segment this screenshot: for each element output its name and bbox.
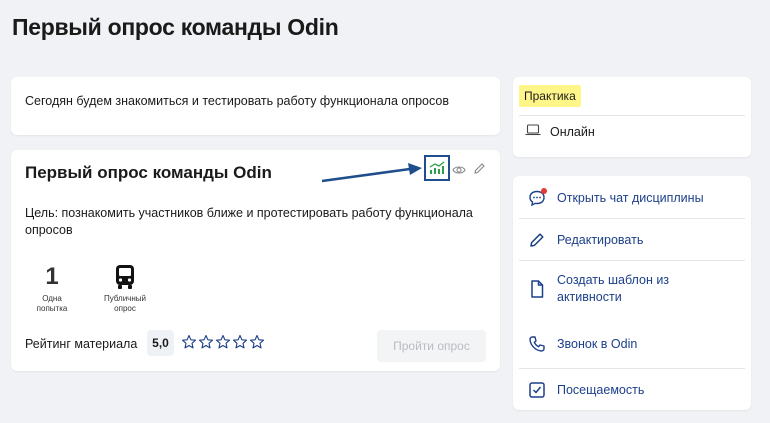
star-icon[interactable] — [249, 334, 265, 350]
quiz-title: Первый опрос команды Odin — [25, 163, 272, 182]
divider — [519, 218, 745, 219]
create-template-action[interactable]: Создать шаблон из активности — [513, 272, 751, 306]
description-card: Сегодян будем знакомиться и тестировать … — [11, 77, 500, 135]
attempts-stat: 1 Одна попытка — [29, 263, 75, 314]
phone-icon — [527, 334, 547, 354]
rating-stars[interactable] — [181, 334, 265, 350]
attempts-label-1: Одна — [42, 294, 62, 303]
take-quiz-button[interactable]: Пройти опрос — [377, 330, 486, 362]
attendance-action[interactable]: Посещаемость — [513, 380, 751, 400]
laptop-icon — [525, 124, 541, 139]
public-label-1: Публичный — [103, 294, 146, 303]
rating-label: Рейтинг материала — [25, 337, 138, 351]
attempts-count: 1 — [45, 263, 59, 290]
attempts-label-2: попытка — [36, 304, 68, 313]
create-template-label: Создать шаблон из активности — [557, 272, 669, 306]
activity-type-tag: Практика — [519, 85, 581, 107]
star-icon[interactable] — [198, 334, 214, 350]
eye-icon[interactable] — [452, 163, 466, 177]
star-icon[interactable] — [232, 334, 248, 350]
description-text: Сегодян будем знакомиться и тестировать … — [25, 94, 449, 108]
pencil-icon[interactable] — [473, 162, 486, 175]
info-card: Практика Онлайн — [513, 77, 751, 157]
divider — [519, 115, 745, 116]
create-template-label-line1: Создать шаблон из — [557, 273, 670, 287]
divider — [519, 368, 745, 369]
format-row: Онлайн — [525, 124, 595, 139]
pencil-icon — [527, 230, 547, 250]
file-icon — [527, 279, 547, 299]
open-chat-label: Открыть чат дисциплины — [557, 190, 704, 205]
edit-label: Редактировать — [557, 232, 644, 247]
chat-icon — [527, 188, 547, 208]
public-stat: Публичный опрос — [95, 263, 155, 314]
actions-card: Открыть чат дисциплины Редактировать Соз… — [513, 176, 751, 410]
call-label: Звонок в Odin — [557, 336, 638, 351]
bus-icon — [95, 263, 155, 291]
public-label-2: опрос — [114, 304, 136, 313]
notification-dot — [541, 188, 547, 194]
attendance-label: Посещаемость — [557, 382, 645, 397]
star-icon[interactable] — [181, 334, 197, 350]
annotation-arrow — [321, 163, 422, 183]
edit-action[interactable]: Редактировать — [513, 230, 751, 250]
open-chat-action[interactable]: Открыть чат дисциплины — [513, 188, 751, 208]
divider — [519, 260, 745, 261]
create-template-label-line2: активности — [557, 290, 622, 304]
star-icon[interactable] — [215, 334, 231, 350]
quiz-goal: Цель: познакомить участников ближе и про… — [25, 206, 473, 237]
format-label: Онлайн — [550, 124, 595, 139]
checkbox-icon — [527, 380, 547, 400]
call-action[interactable]: Звонок в Odin — [513, 334, 751, 354]
page-title: Первый опрос команды Odin — [12, 14, 339, 40]
rating-value: 5,0 — [147, 330, 174, 356]
